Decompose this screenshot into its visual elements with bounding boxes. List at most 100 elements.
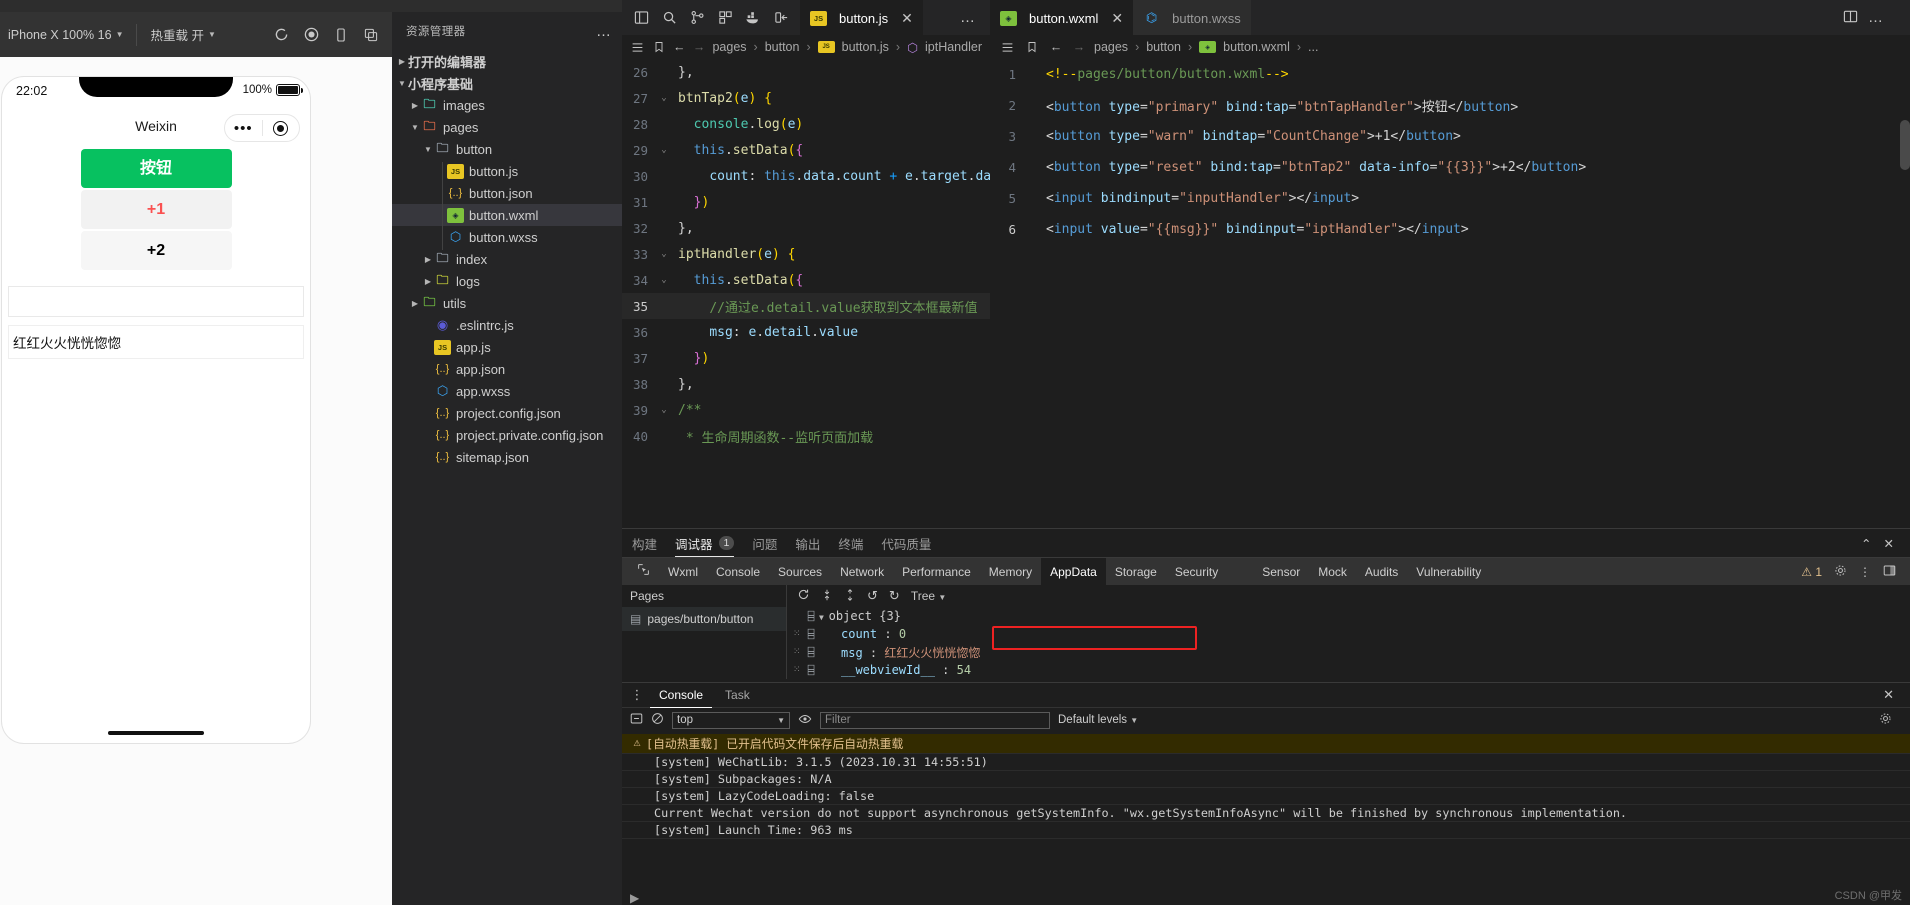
explorer-item-button-wxss[interactable]: ·⬡ button.wxss <box>392 226 622 248</box>
explorer-more-icon[interactable]: … <box>596 23 612 40</box>
expand-all-icon[interactable] <box>821 589 833 604</box>
chevron-right-icon[interactable]: ▶ <box>422 255 434 264</box>
back-arrow-icon[interactable]: ← <box>1048 38 1064 56</box>
devtools-tab-wxml[interactable]: Wxml <box>659 558 707 586</box>
breadcrumb-item[interactable]: button.js <box>842 40 889 54</box>
explorer-item-app-wxss[interactable]: ·⬡ app.wxss <box>392 380 622 402</box>
explorer-item-app-json[interactable]: ·{..} app.json <box>392 358 622 380</box>
console-input-prompt[interactable]: ▶ <box>630 891 639 905</box>
forward-arrow-icon[interactable]: → <box>693 38 706 56</box>
wx-input-empty[interactable] <box>8 286 304 317</box>
explorer-item-index[interactable]: ▶ 🗀 index <box>392 248 622 270</box>
fold-chevron-icon[interactable]: ⌄ <box>656 275 672 285</box>
devtools-tab-storage[interactable]: Storage <box>1106 558 1166 586</box>
tree-mode-select[interactable]: Tree ▼ <box>911 589 947 603</box>
remote-icon[interactable] <box>768 5 794 31</box>
code-line[interactable]: 1 <!--pages/button/button.wxml--> <box>990 59 1910 90</box>
breadcrumb-item[interactable]: ... <box>1308 40 1318 54</box>
explorer-item--[interactable]: ▶ 打开的编辑器 <box>392 50 622 72</box>
close-icon[interactable]: ✕ <box>1884 536 1900 551</box>
code-line[interactable]: 37 }) <box>622 345 990 371</box>
refresh-icon[interactable] <box>797 588 810 604</box>
appdata-row[interactable]: ⁙ ⌸ count : 0 <box>787 625 1910 643</box>
explorer-item-project-private-config-json[interactable]: ·{..} project.private.config.json <box>392 424 622 446</box>
panel-tab-3[interactable]: 输出 <box>795 529 820 557</box>
chevron-up-icon[interactable]: ⌃ <box>1861 536 1871 551</box>
forward-arrow-icon[interactable]: → <box>1071 38 1087 56</box>
code-line[interactable]: 30 count: this.data.count + e.target.dat… <box>622 163 990 189</box>
chevron-down-icon[interactable]: ▼ <box>409 123 421 132</box>
chevron-right-icon[interactable]: ▶ <box>409 101 421 110</box>
devtools-tab-mock[interactable]: Mock <box>1309 558 1356 586</box>
explorer-item-button-json[interactable]: ·{..} button.json <box>392 182 622 204</box>
panel-tab-2[interactable]: 问题 <box>752 529 777 557</box>
code-line[interactable]: 2 <button type="primary" bind:tap="btnTap… <box>990 90 1910 121</box>
device-icon[interactable] <box>326 20 356 50</box>
code-line[interactable]: 40 * 生命周期函数--监听页面加载 <box>622 423 990 449</box>
editor-scrollbar[interactable] <box>1900 120 1910 170</box>
explorer-item-images[interactable]: ▶ 🗀 images <box>392 94 622 116</box>
eye-icon[interactable] <box>798 712 812 729</box>
close-icon[interactable]: ✕ <box>901 10 913 27</box>
code-line[interactable]: 34 ⌄ this.setData({ <box>622 267 990 293</box>
more-actions-icon[interactable]: … <box>1868 9 1884 26</box>
console-filter-input[interactable]: Filter <box>820 711 1050 729</box>
devtools-tab-appdata[interactable]: AppData <box>1041 557 1106 586</box>
code-line[interactable]: 6 <input value="{{msg}}" bindinput="iptHa… <box>990 214 1910 245</box>
explorer-item-app-js[interactable]: ·JS app.js <box>392 336 622 358</box>
wx-button-warn[interactable]: +1 <box>80 190 232 229</box>
clear-console-icon[interactable] <box>651 712 664 728</box>
copy-value-icon[interactable]: ⌸ <box>803 646 819 659</box>
inspect-element-icon[interactable] <box>628 558 659 586</box>
source-control-icon[interactable] <box>684 5 710 31</box>
code-line[interactable]: 32}, <box>622 215 990 241</box>
tab-button-js[interactable]: JS button.js ✕ <box>800 0 923 35</box>
console-menu-icon[interactable]: ⋮ <box>628 687 646 703</box>
chevron-right-icon[interactable]: ▶ <box>409 299 421 308</box>
record-icon[interactable] <box>630 712 643 728</box>
appdata-row[interactable]: ⌸ ▼ object {3} <box>787 607 1910 625</box>
capsule-button[interactable]: ••• <box>224 114 300 142</box>
code-line[interactable]: 35 //通过e.detail.value获取到文本框最新值 <box>622 293 990 319</box>
target-icon[interactable] <box>263 120 300 136</box>
console-settings-icon[interactable] <box>1879 712 1902 728</box>
chevron-down-icon[interactable]: ▼ <box>422 145 434 154</box>
devtools-tab-performance[interactable]: Performance <box>893 558 980 586</box>
device-selector[interactable]: iPhone X 100% 16 ▼ <box>0 12 131 57</box>
drag-handle-icon[interactable]: ⁙ <box>793 647 803 657</box>
tab-console[interactable]: Console <box>650 683 712 708</box>
search-icon[interactable] <box>656 5 682 31</box>
drag-handle-icon[interactable]: ⁙ <box>793 665 803 675</box>
explorer-item-sitemap-json[interactable]: ·{..} sitemap.json <box>392 446 622 468</box>
code-line[interactable]: 38}, <box>622 371 990 397</box>
docker-icon[interactable] <box>740 5 766 31</box>
dock-icon[interactable] <box>1883 564 1896 580</box>
appdata-row[interactable]: ⁙ ⌸ msg : 红红火火恍恍惚惚 <box>787 643 1910 661</box>
close-icon[interactable]: ✕ <box>1111 10 1123 27</box>
breadcrumb-item[interactable]: button <box>1146 40 1181 54</box>
explorer-item-logs[interactable]: ▶ 🗀 logs <box>392 270 622 292</box>
code-line[interactable]: 3 <button type="warn" bindtap="CountChang… <box>990 121 1910 152</box>
wx-input-msg[interactable]: 红红火火恍恍惚惚 <box>8 325 304 359</box>
explorer-item-button-js[interactable]: ·JS button.js <box>392 160 622 182</box>
warning-count[interactable]: ⚠ 1 <box>1801 565 1822 579</box>
tab-task[interactable]: Task <box>716 683 759 708</box>
explorer-item-pages[interactable]: ▼ 🗀 pages <box>392 116 622 138</box>
code-line[interactable]: 5 <input bindinput="inputHandler"></input… <box>990 183 1910 214</box>
breadcrumb-item[interactable]: button.wxml <box>1223 40 1290 54</box>
console-context-select[interactable]: top ▼ <box>672 711 790 729</box>
extensions-icon[interactable] <box>712 5 738 31</box>
breadcrumb-item[interactable]: iptHandler <box>925 40 982 54</box>
code-line[interactable]: 36 msg: e.detail.value <box>622 319 990 345</box>
bookmark-icon[interactable] <box>651 38 665 56</box>
devtools-tab-vulnerability[interactable]: Vulnerability <box>1407 558 1490 586</box>
copy-value-icon[interactable]: ⌸ <box>803 628 819 641</box>
explorer-item-utils[interactable]: ▶ 🗀 utils <box>392 292 622 314</box>
editor-actions-more-icon[interactable]: … <box>960 9 976 26</box>
explorer-item-project-config-json[interactable]: ·{..} project.config.json <box>392 402 622 424</box>
devtools-tab-memory[interactable]: Memory <box>980 558 1041 586</box>
explorer-item--eslintrc-js[interactable]: ·◉ .eslintrc.js <box>392 314 622 336</box>
more-icon[interactable]: ⋮ <box>1859 565 1871 579</box>
wx-button-primary[interactable]: 按钮 <box>80 149 232 188</box>
duplicate-icon[interactable] <box>356 20 386 50</box>
